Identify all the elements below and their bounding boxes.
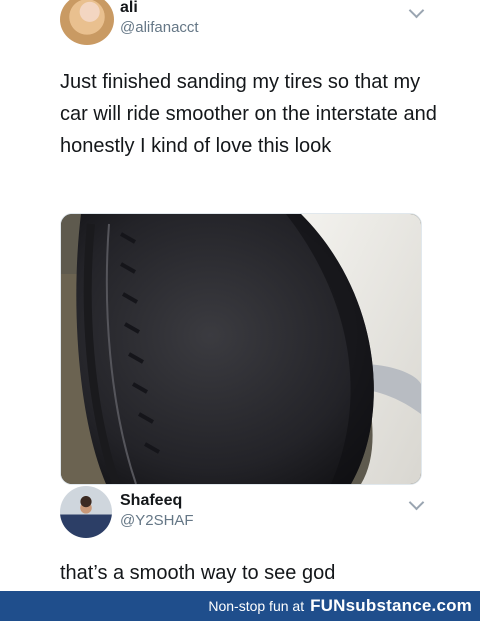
footer-banner: Non-stop fun at FUNsubstance.com	[0, 591, 480, 621]
chevron-down-icon[interactable]	[408, 2, 425, 19]
tweet-author-handle[interactable]: @alifanacct	[120, 19, 199, 36]
reply-author-handle[interactable]: @Y2SHAF	[120, 512, 194, 529]
tweet-author-name[interactable]: ali	[120, 0, 138, 17]
footer-tagline: Non-stop fun at	[208, 598, 305, 614]
footer-brand-link[interactable]: FUNsubstance.com	[310, 596, 472, 616]
reply-text: that’s a smooth way to see god	[60, 562, 336, 584]
tweet-author-avatar[interactable]	[60, 0, 114, 45]
tire-photo-icon	[61, 214, 421, 484]
tweet-text: Just finished sanding my tires so that m…	[60, 71, 437, 157]
reply-author-name[interactable]: Shafeeq	[120, 492, 182, 510]
chevron-down-icon[interactable]	[408, 494, 425, 511]
reply-author-avatar[interactable]	[60, 486, 112, 538]
tweet-media-image[interactable]	[60, 213, 422, 485]
